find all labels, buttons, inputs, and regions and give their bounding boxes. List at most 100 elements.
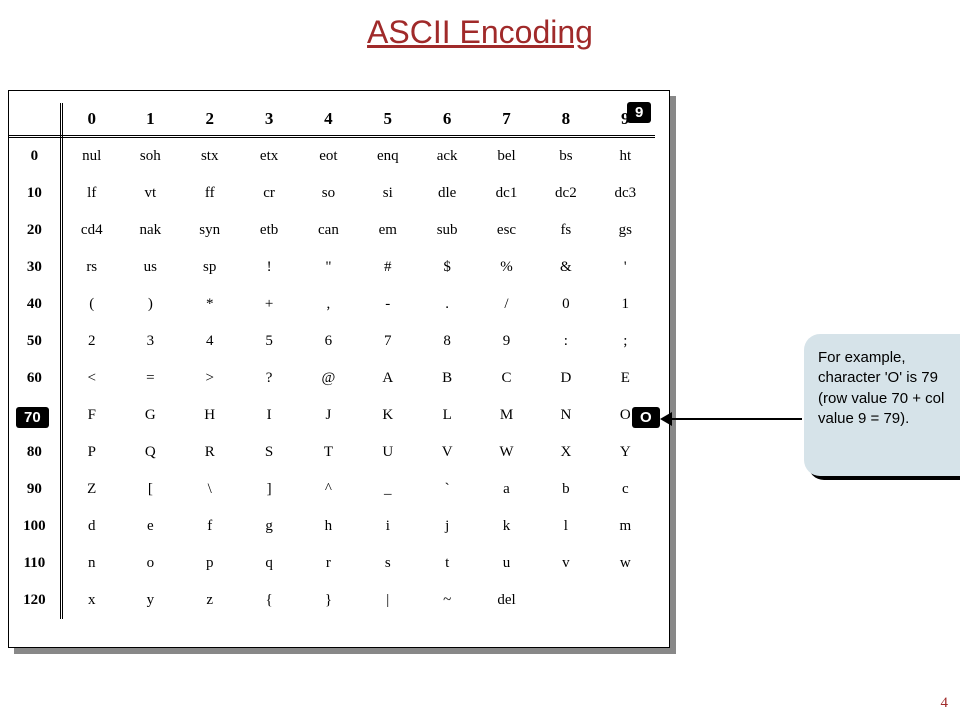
table-cell: " [299,249,358,286]
row-header: 120 [9,582,61,619]
col-header-row: 0 1 2 3 4 5 6 7 8 9 [9,103,655,137]
callout-text: For example, character 'O' is 79 (row va… [818,349,944,427]
highlight-cell-badge: O [632,407,660,428]
row-header: 60 [9,360,61,397]
table-cell: ( [61,286,120,323]
table-cell: ^ [299,471,358,508]
table-cell: n [61,545,120,582]
table-cell: esc [477,212,536,249]
ascii-table: 0 1 2 3 4 5 6 7 8 9 0 nul soh st x [9,103,655,619]
table-cell: V [417,434,476,471]
table-cell: b [536,471,595,508]
table-cell: L [417,397,476,434]
row-header: 10 [9,175,61,212]
table-cell: m [596,508,655,545]
table-cell: 2 [61,323,120,360]
table-cell: 9 [477,323,536,360]
table-row: 90 Z [ \ ] ^ _ ` a b c [9,471,655,508]
table-cell: ack [417,137,476,176]
table-cell: f [180,508,239,545]
table-cell: _ [358,471,417,508]
table-cell: . [417,286,476,323]
table-cell: nak [121,212,180,249]
table-cell: ) [121,286,180,323]
table-cell: v [536,545,595,582]
col-header: 2 [180,103,239,137]
callout-box: For example, character 'O' is 79 (row va… [804,334,960,476]
table-cell: X [536,434,595,471]
table-cell: bel [477,137,536,176]
table-row: 110 n o p q r s t u v w [9,545,655,582]
ascii-table-container: 0 1 2 3 4 5 6 7 8 9 0 nul soh st x [8,90,670,648]
table-cell: F [61,397,120,434]
table-cell: \ [180,471,239,508]
table-cell: em [358,212,417,249]
table-cell: J [299,397,358,434]
table-cell: 0 [536,286,595,323]
table-cell: ff [180,175,239,212]
table-cell: [ [121,471,180,508]
table-cell: r [299,545,358,582]
table-cell: { [239,582,298,619]
table-cell: gs [596,212,655,249]
table-cell: ; [596,323,655,360]
row-header: 50 [9,323,61,360]
table-cell: us [121,249,180,286]
table-cell: lf [61,175,120,212]
table-cell: C [477,360,536,397]
table-cell: 1 [596,286,655,323]
col-header: 6 [417,103,476,137]
table-cell: x [61,582,120,619]
table-cell: bs [536,137,595,176]
page-title: ASCII Encoding [0,14,960,51]
table-cell: eot [299,137,358,176]
table-cell: k [477,508,536,545]
col-header: 8 [536,103,595,137]
table-cell: enq [358,137,417,176]
table-cell: g [239,508,298,545]
table-row: 50 2 3 4 5 6 7 8 9 : ; [9,323,655,360]
table-cell: syn [180,212,239,249]
table-cell: nul [61,137,120,176]
table-cell: 7 [358,323,417,360]
table-cell: R [180,434,239,471]
table-cell: 3 [121,323,180,360]
col-header: 7 [477,103,536,137]
table-cell: dc3 [596,175,655,212]
table-cell: * [180,286,239,323]
row-header: 30 [9,249,61,286]
table-cell: q [239,545,298,582]
table-row: 100 d e f g h i j k l m [9,508,655,545]
table-cell: N [536,397,595,434]
table-cell: d [61,508,120,545]
table-cell: dle [417,175,476,212]
table-cell: can [299,212,358,249]
table-cell: + [239,286,298,323]
table-cell: t [417,545,476,582]
table-cell: > [180,360,239,397]
row-header: 110 [9,545,61,582]
table-cell: vt [121,175,180,212]
table-cell: % [477,249,536,286]
table-cell: fs [536,212,595,249]
table-cell: a [477,471,536,508]
table-cell: P [61,434,120,471]
table-cell: # [358,249,417,286]
table-cell: etb [239,212,298,249]
table-cell: = [121,360,180,397]
table-row: 70 F G H I J K L M N O [9,397,655,434]
table-cell: B [417,360,476,397]
table-cell: M [477,397,536,434]
table-cell: rs [61,249,120,286]
table-cell: soh [121,137,180,176]
table-cell: s [358,545,417,582]
row-header: 100 [9,508,61,545]
table-cell: w [596,545,655,582]
table-cell: U [358,434,417,471]
table-cell: , [299,286,358,323]
table-cell: | [358,582,417,619]
table-cell: : [536,323,595,360]
table-cell: Z [61,471,120,508]
table-cell: I [239,397,298,434]
table-cell [536,582,595,619]
